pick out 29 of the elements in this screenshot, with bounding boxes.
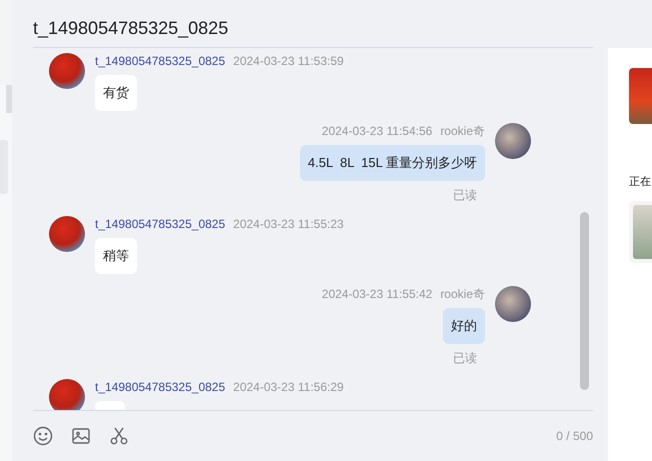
- message-time: 2024-03-23 11:54:56: [322, 122, 432, 139]
- sender-name: rookie奇: [440, 286, 485, 302]
- read-status: 已读: [453, 350, 478, 367]
- message-bubble: 好的: [443, 308, 485, 344]
- scrollbar-thumb[interactable]: [580, 212, 589, 390]
- avatar: [495, 122, 531, 159]
- character-counter: 0 / 500: [556, 429, 593, 444]
- message-time: 2024-03-23 11:55:42: [322, 286, 432, 302]
- read-status: 已读: [453, 186, 478, 204]
- message-time: 2024-03-23 11:56:29: [233, 378, 344, 395]
- message-bubble: 4.5L 8L 15L 重量分别多少呀: [300, 144, 485, 181]
- avatar: [49, 52, 85, 89]
- avatar: [49, 216, 85, 252]
- avatar: [49, 378, 85, 410]
- sender-name: rookie奇: [440, 122, 485, 139]
- photo-placeholder: [629, 68, 652, 124]
- sender-name: t_1498054785325_0825: [95, 52, 226, 69]
- message-time: 2024-03-23 11:53:59: [233, 52, 344, 69]
- sender-name: t_1498054785325_0825: [95, 216, 226, 232]
- sender-name: t_1498054785325_0825: [95, 378, 226, 395]
- chat-title: t_1498054785325_0825: [33, 0, 593, 48]
- message-time: 2024-03-23 11:55:23: [233, 216, 344, 232]
- side-label: 正在: [629, 175, 652, 189]
- scissors-icon[interactable]: [109, 426, 129, 446]
- emoji-icon[interactable]: [33, 426, 53, 446]
- message-bubble: 有货: [95, 74, 137, 111]
- message-bubble: 稍等: [95, 238, 137, 274]
- image-icon[interactable]: [71, 426, 91, 446]
- avatar: [495, 286, 531, 322]
